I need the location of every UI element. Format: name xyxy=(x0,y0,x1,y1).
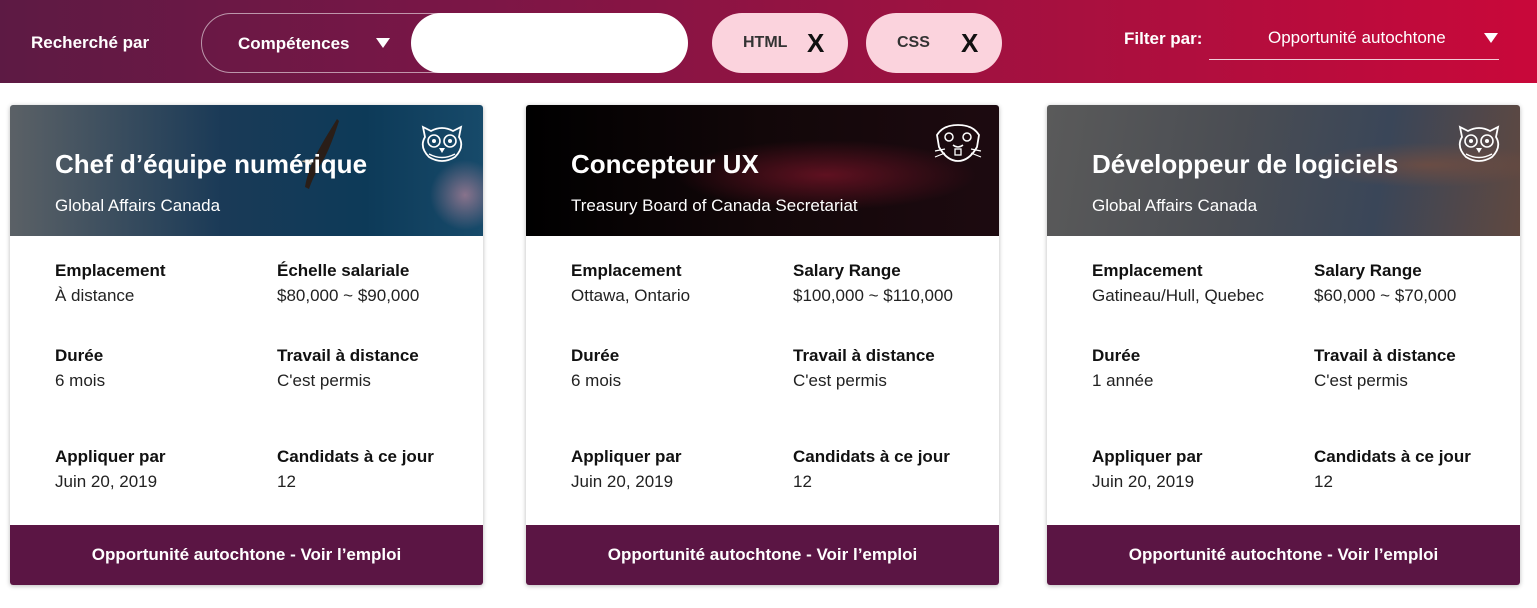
location-field: Emplacement Gatineau/Hull, Quebec xyxy=(1092,261,1282,306)
duration-value: 1 année xyxy=(1092,371,1154,390)
apply-by-field: Appliquer par Juin 20, 2019 xyxy=(571,447,682,492)
job-organization: Global Affairs Canada xyxy=(1092,196,1258,215)
job-card: Concepteur UX Treasury Board of Canada S… xyxy=(526,105,999,585)
view-job-button[interactable]: Opportunité autochtone - Voir l’emploi xyxy=(1047,525,1520,585)
location-value: À distance xyxy=(55,286,135,305)
salary-field: Échelle salariale $80,000 ~ $90,000 xyxy=(277,261,419,306)
search-by-label: Recherché par xyxy=(31,33,150,52)
search-bar: Recherché par Compétences HTML X CSS X F… xyxy=(0,0,1537,83)
filter-dropdown-value: Opportunité autochtone xyxy=(1268,28,1446,47)
owl-emblem-icon xyxy=(1458,125,1500,162)
salary-label: Salary Range xyxy=(793,261,901,280)
owl-emblem-icon xyxy=(421,125,463,162)
apply-by-label: Appliquer par xyxy=(571,447,682,466)
job-title: Chef d’équipe numérique xyxy=(55,149,368,179)
duration-label: Durée xyxy=(1092,346,1141,365)
duration-value: 6 mois xyxy=(55,371,106,390)
location-label: Emplacement xyxy=(55,261,166,280)
apply-by-label: Appliquer par xyxy=(1092,447,1203,466)
salary-field: Salary Range $100,000 ~ $110,000 xyxy=(793,261,953,306)
view-job-button[interactable]: Opportunité autochtone - Voir l’emploi xyxy=(526,525,999,585)
job-card: Développeur de logiciels Global Affairs … xyxy=(1047,105,1520,585)
job-title: Développeur de logiciels xyxy=(1092,149,1399,179)
remote-field: Travail à distance C'est permis xyxy=(1314,346,1456,391)
candidates-label: Candidats à ce jour xyxy=(1314,447,1471,466)
apply-by-value: Juin 20, 2019 xyxy=(571,472,674,491)
skill-search-input[interactable] xyxy=(411,13,688,73)
remote-field: Travail à distance C'est permis xyxy=(793,346,935,391)
filter-dropdown[interactable]: Opportunité autochtone xyxy=(1209,16,1499,60)
chip-label: HTML xyxy=(743,34,788,51)
candidates-label: Candidats à ce jour xyxy=(793,447,950,466)
remote-label: Travail à distance xyxy=(277,346,419,365)
remote-field: Travail à distance C'est permis xyxy=(277,346,419,391)
candidates-field: Candidats à ce jour 12 xyxy=(277,447,434,492)
salary-value: $60,000 ~ $70,000 xyxy=(1314,286,1457,305)
job-card-header: Chef d’équipe numérique Global Affairs C… xyxy=(10,105,483,236)
remote-label: Travail à distance xyxy=(793,346,935,365)
job-organization: Global Affairs Canada xyxy=(55,196,221,215)
apply-by-value: Juin 20, 2019 xyxy=(1092,472,1195,491)
salary-field: Salary Range $60,000 ~ $70,000 xyxy=(1314,261,1456,306)
location-field: Emplacement Ottawa, Ontario xyxy=(571,261,690,306)
candidates-value: 12 xyxy=(793,472,812,491)
duration-field: Durée 1 année xyxy=(1092,346,1153,391)
location-label: Emplacement xyxy=(1092,261,1203,280)
beaver-emblem-icon xyxy=(934,124,982,162)
filter-chip-html: HTML X xyxy=(712,13,848,73)
caret-down-icon xyxy=(1484,33,1498,43)
salary-value: $80,000 ~ $90,000 xyxy=(277,286,420,305)
job-card: Chef d’équipe numérique Global Affairs C… xyxy=(10,105,483,585)
location-label: Emplacement xyxy=(571,261,682,280)
apply-by-field: Appliquer par Juin 20, 2019 xyxy=(55,447,166,492)
duration-field: Durée 6 mois xyxy=(55,346,105,391)
candidates-value: 12 xyxy=(1314,472,1333,491)
job-card-header: Développeur de logiciels Global Affairs … xyxy=(1047,105,1520,236)
caret-down-icon xyxy=(376,38,390,48)
job-title: Concepteur UX xyxy=(571,149,759,179)
job-organization: Treasury Board of Canada Secretariat xyxy=(571,196,858,215)
salary-label: Salary Range xyxy=(1314,261,1422,280)
filter-by-label: Filter par: xyxy=(1124,29,1203,48)
location-field: Emplacement À distance xyxy=(55,261,166,306)
chip-label: CSS xyxy=(897,34,930,51)
filter-chip-css: CSS X xyxy=(866,13,1002,73)
location-value: Ottawa, Ontario xyxy=(571,286,691,305)
remove-chip-icon[interactable]: X xyxy=(961,28,978,59)
search-category-value: Compétences xyxy=(238,34,350,53)
candidates-label: Candidats à ce jour xyxy=(277,447,434,466)
candidates-value: 12 xyxy=(277,472,296,491)
duration-value: 6 mois xyxy=(571,371,622,390)
remove-chip-icon[interactable]: X xyxy=(807,28,824,59)
salary-label: Échelle salariale xyxy=(277,261,410,280)
view-job-button[interactable]: Opportunité autochtone - Voir l’emploi xyxy=(10,525,483,585)
remote-value: C'est permis xyxy=(277,371,371,390)
duration-label: Durée xyxy=(55,346,104,365)
duration-label: Durée xyxy=(571,346,620,365)
remote-value: C'est permis xyxy=(1314,371,1408,390)
apply-by-label: Appliquer par xyxy=(55,447,166,466)
remote-value: C'est permis xyxy=(793,371,887,390)
candidates-field: Candidats à ce jour 12 xyxy=(793,447,950,492)
apply-by-value: Juin 20, 2019 xyxy=(55,472,158,491)
location-value: Gatineau/Hull, Quebec xyxy=(1092,286,1264,305)
apply-by-field: Appliquer par Juin 20, 2019 xyxy=(1092,447,1203,492)
duration-field: Durée 6 mois xyxy=(571,346,621,391)
candidates-field: Candidats à ce jour 12 xyxy=(1314,447,1471,492)
job-card-header: Concepteur UX Treasury Board of Canada S… xyxy=(526,105,999,236)
salary-value: $100,000 ~ $110,000 xyxy=(793,286,953,305)
remote-label: Travail à distance xyxy=(1314,346,1456,365)
